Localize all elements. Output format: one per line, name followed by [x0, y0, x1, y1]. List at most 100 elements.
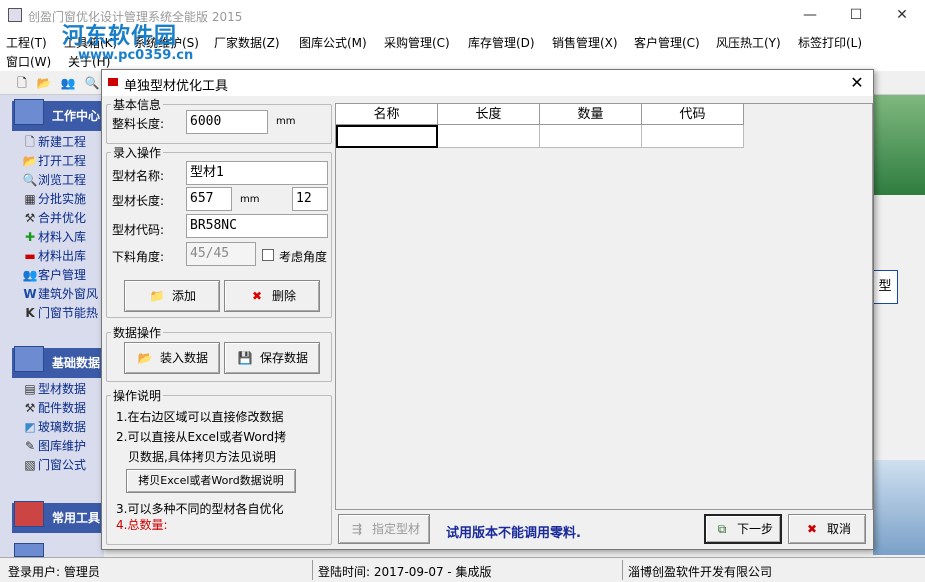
sidebar-item-material-out[interactable]: ▬ 材料出库: [22, 247, 106, 265]
profile-code-input[interactable]: BR58NC: [186, 214, 328, 238]
menu-purchase[interactable]: 采购管理(C): [384, 34, 450, 51]
sidebar-item-glass-data[interactable]: ◩ 玻璃数据: [22, 418, 106, 436]
calendar-icon: ▦: [24, 192, 36, 206]
consider-angle-label: 考虑角度: [279, 250, 328, 264]
menu-inventory[interactable]: 库存管理(D): [468, 34, 535, 51]
delete-icon: ✖: [251, 289, 263, 303]
grid-header-name[interactable]: 名称: [336, 104, 438, 125]
help-line-3: 3.可以多种不同的型材各自优化: [116, 502, 284, 516]
watermark-url: www.pc0359.cn: [78, 48, 194, 63]
consider-angle-checkbox[interactable]: [262, 249, 274, 261]
total-length-label: 整料长度:: [112, 117, 165, 131]
next-icon: ⧉: [717, 522, 727, 536]
k-icon: K: [25, 306, 35, 320]
profile-name-label: 型材名称:: [112, 169, 165, 183]
tools-icon: ⚒: [24, 401, 36, 415]
grid-header-quantity[interactable]: 数量: [540, 104, 642, 125]
maximize-button[interactable]: ☐: [833, 0, 879, 31]
profile-length-unit: mm: [240, 194, 260, 205]
menu-sales[interactable]: 销售管理(X): [552, 34, 618, 51]
chart-icon: ▤: [24, 382, 36, 396]
help-line-2a: 2.可以直接从Excel或者Word拷: [116, 430, 287, 444]
add-button[interactable]: 📁 添加: [124, 280, 220, 312]
dialog-icon: [108, 78, 118, 86]
sidebar-item-library-maint[interactable]: ✎ 图库维护: [22, 437, 106, 455]
menu-project[interactable]: 工程(T): [6, 34, 47, 51]
sidebar-item-building-window[interactable]: W建筑外窗风: [22, 285, 106, 303]
users-icon: 👥: [22, 268, 38, 282]
save-icon: 💾: [237, 351, 253, 365]
delete-button[interactable]: ✖ 删除: [224, 280, 320, 312]
minus-icon: ▬: [24, 249, 36, 263]
sidebar-item-fitting-data[interactable]: ⚒ 配件数据: [22, 399, 106, 417]
sidebar-item-energy[interactable]: K 门窗节能热: [22, 304, 106, 322]
grid-cell-name[interactable]: [336, 125, 438, 148]
sidebar-item-profile-data[interactable]: ▤ 型材数据: [22, 380, 106, 398]
close-button[interactable]: ✕: [879, 0, 925, 31]
background-image-top: [873, 95, 925, 195]
assign-profile-button[interactable]: ⇶ 指定型材: [338, 514, 430, 544]
new-file-icon: 🗋: [25, 135, 35, 149]
users-icon[interactable]: 👥: [60, 75, 76, 91]
menu-customers[interactable]: 客户管理(C): [634, 34, 700, 51]
sidebar-item-customers[interactable]: 👥客户管理: [22, 266, 106, 284]
statusbar: 登录用户: 管理员 登陆时间: 2017-09-07 - 集成版 淄博创盈软件开…: [0, 557, 925, 582]
sidebar-item-new-project[interactable]: 🗋 新建工程: [22, 133, 106, 151]
grid-cell-quantity[interactable]: [540, 125, 642, 148]
total-length-unit: mm: [276, 116, 296, 127]
total-length-input[interactable]: 6000: [186, 110, 268, 134]
total-quantity-label: 4.总数量:: [116, 518, 168, 532]
profile-side-button[interactable]: 型: [872, 270, 898, 304]
sidebar-item-window-formula[interactable]: ▧ 门窗公式: [22, 456, 106, 474]
basic-info-legend: 基本信息: [111, 96, 164, 113]
menu-library-formula[interactable]: 图库公式(M): [299, 34, 367, 51]
cancel-icon: ✖: [806, 522, 818, 536]
help-line-1: 1.在右边区域可以直接修改数据: [116, 410, 284, 424]
menu-wind-thermal[interactable]: 风压热工(Y): [716, 34, 781, 51]
open-folder-icon[interactable]: 📂: [36, 75, 52, 91]
cancel-button[interactable]: ✖ 取消: [788, 514, 866, 544]
dialog-close-button[interactable]: ✕: [842, 70, 872, 96]
grid-cell-code[interactable]: [642, 125, 744, 148]
pen-icon: ✎: [24, 439, 36, 453]
dialog-titlebar: 单独型材优化工具 ✕: [102, 70, 873, 96]
copy-instructions-button[interactable]: 拷贝Excel或者Word数据说明: [126, 469, 296, 493]
status-separator: [622, 560, 623, 580]
sidebar-item-batch[interactable]: ▦ 分批实施: [22, 190, 106, 208]
open-folder-icon: 📂: [22, 154, 38, 168]
grid-cell-length[interactable]: [438, 125, 540, 148]
cut-angle-label: 下料角度:: [112, 250, 165, 264]
open-folder-icon: 📂: [137, 351, 153, 365]
status-login-time: 登陆时间: 2017-09-07 - 集成版: [318, 565, 492, 579]
sidebar-item-open-project[interactable]: 📂打开工程: [22, 152, 106, 170]
plus-icon: ✚: [24, 230, 36, 244]
menu-label-print[interactable]: 标签打印(L): [798, 34, 862, 51]
add-icon: 📁: [149, 289, 165, 303]
background-image-bottom: [873, 460, 925, 555]
profile-grid[interactable]: 名称 长度 数量 代码: [335, 103, 873, 510]
minimize-button[interactable]: —: [787, 0, 833, 31]
next-step-button[interactable]: ⧉ 下一步: [704, 514, 782, 544]
menu-window[interactable]: 窗口(W): [6, 53, 51, 70]
profile-length-input[interactable]: 657: [186, 187, 232, 211]
sidebar-item-material-in[interactable]: ✚ 材料入库: [22, 228, 106, 246]
grid-header-length[interactable]: 长度: [438, 104, 540, 125]
help-line-2b: 贝数据,具体拷贝方法见说明: [128, 450, 276, 464]
common-tools-icon: [14, 501, 44, 527]
cut-angle-input[interactable]: 45/45: [186, 242, 256, 266]
watermark-logo: 河东软件园: [62, 24, 178, 49]
new-file-icon[interactable]: 🗋: [14, 75, 30, 91]
tools-icon: ⚒: [24, 211, 36, 225]
sidebar-item-merge-optimize[interactable]: ⚒ 合并优化: [22, 209, 106, 227]
menu-vendor-data[interactable]: 厂家数据(Z): [214, 34, 280, 51]
grid-header-code[interactable]: 代码: [642, 104, 744, 125]
sidebar: 工作中心 🗋 新建工程 📂打开工程 🔍浏览工程 ▦ 分批实施 ⚒ 合并优化 ✚ 材料入库…: [0, 95, 104, 557]
profile-name-input[interactable]: 型材1: [186, 161, 328, 185]
save-data-button[interactable]: 💾 保存数据: [224, 342, 320, 374]
sidebar-item-browse-project[interactable]: 🔍浏览工程: [22, 171, 106, 189]
load-data-button[interactable]: 📂 装入数据: [124, 342, 220, 374]
magnifier-icon[interactable]: 🔍: [84, 75, 100, 91]
quantity-input[interactable]: 12: [292, 187, 328, 211]
glass-icon: ◩: [24, 420, 36, 434]
data-ops-legend: 数据操作: [111, 324, 164, 341]
